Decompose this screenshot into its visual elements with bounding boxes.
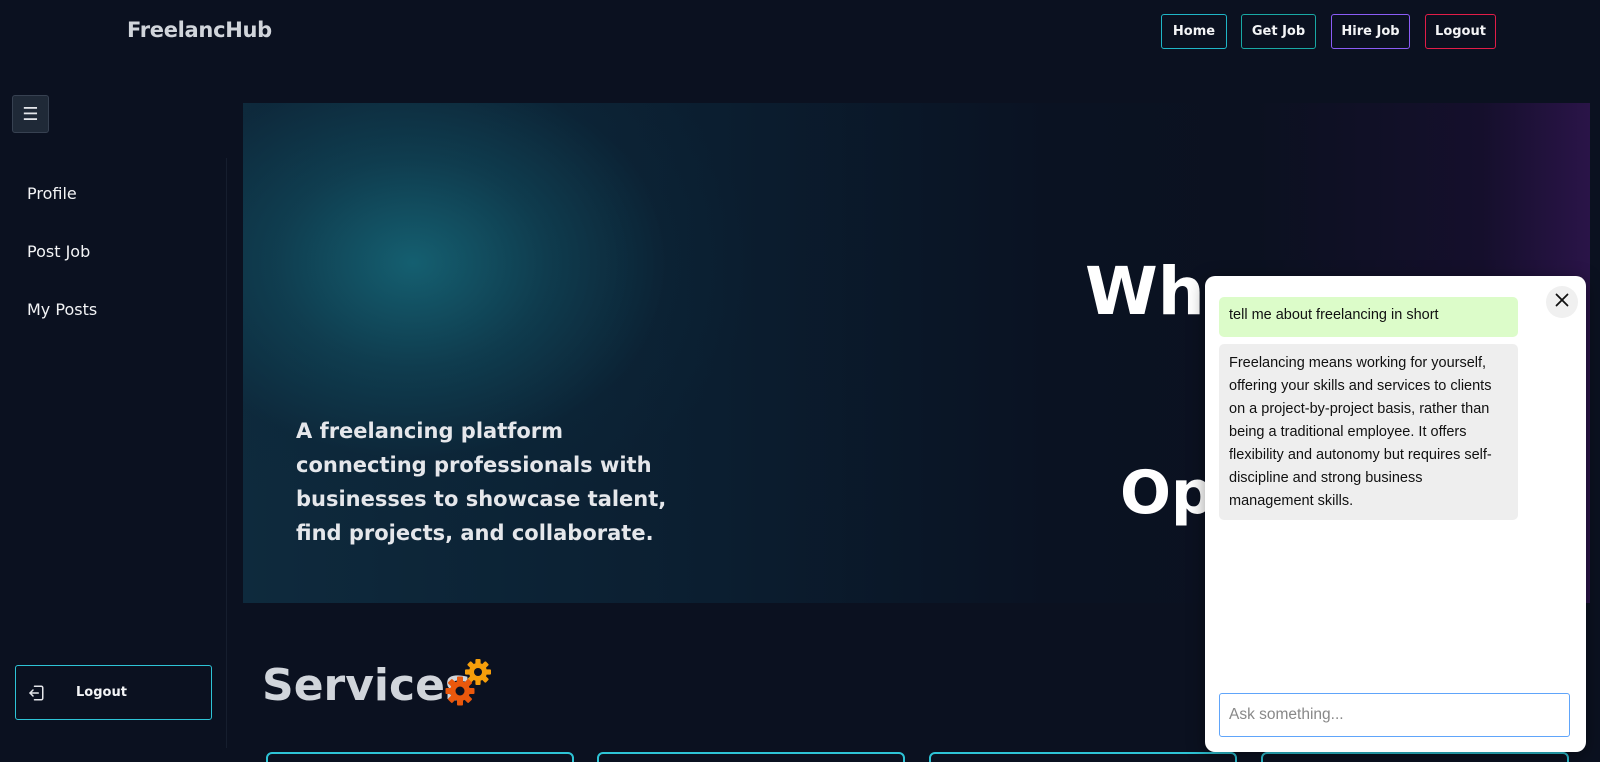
nav-hire-job-button[interactable]: Hire Job (1331, 14, 1410, 49)
nav-logout-button[interactable]: Logout (1425, 14, 1496, 49)
hero-tagline: A freelancing platform connecting profes… (296, 419, 667, 545)
brand-logo[interactable]: FreelancHub (127, 18, 272, 42)
close-icon (1555, 293, 1569, 312)
sidebar-item-profile[interactable]: Profile (27, 184, 77, 203)
chat-message-user: tell me about freelancing in short (1219, 297, 1518, 337)
nav-home-button[interactable]: Home (1161, 14, 1227, 49)
service-card[interactable] (1261, 752, 1569, 762)
service-card[interactable] (266, 752, 574, 762)
service-card[interactable] (929, 752, 1237, 762)
menu-toggle-button[interactable]: ☰ (12, 95, 49, 133)
nav-get-job-button[interactable]: Get Job (1241, 14, 1316, 49)
sidebar-logout-button[interactable]: Logout (15, 665, 212, 720)
sidebar: Profile Post Job My Posts Logout (0, 158, 227, 748)
sidebar-item-my-posts[interactable]: My Posts (27, 300, 97, 319)
chat-message-bot: Freelancing means working for yourself, … (1219, 344, 1518, 520)
gears-icon (444, 656, 494, 708)
chat-panel: tell me about freelancing in short Freel… (1205, 276, 1586, 752)
hero-heading-line2: Op (1120, 458, 1214, 528)
hamburger-icon: ☰ (22, 103, 39, 124)
chat-input[interactable] (1219, 693, 1570, 737)
chat-close-button[interactable] (1546, 286, 1578, 318)
logout-icon (26, 683, 46, 703)
sidebar-logout-label: Logout (76, 685, 127, 700)
services-title: Services (262, 660, 472, 711)
sidebar-item-post-job[interactable]: Post Job (27, 242, 90, 261)
service-card[interactable] (597, 752, 905, 762)
